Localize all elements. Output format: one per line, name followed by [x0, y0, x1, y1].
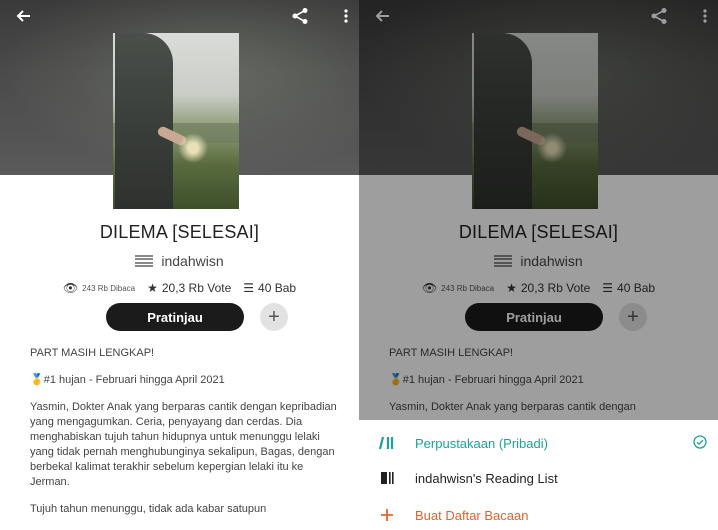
description-line: Tujuh tahun menunggu, tidak ada kabar sa…: [30, 503, 267, 515]
sheet-item-label: Buat Daftar Bacaan: [415, 507, 529, 523]
sheet-item-reading-list[interactable]: indahwisn's Reading List: [359, 463, 718, 493]
book-cover-image: [113, 33, 239, 209]
reads-stat: 👁 243 Rb Dibaca: [63, 281, 135, 295]
author-name: indahwisn: [161, 253, 224, 269]
parts-value: 40 Bab: [258, 281, 297, 295]
eye-icon: 👁: [62, 281, 79, 295]
share-icon[interactable]: [290, 6, 310, 26]
star-icon: ★: [147, 281, 158, 295]
list-icon: ☰: [243, 281, 255, 295]
book-title: DILEMA [SELESAI]: [99, 222, 260, 242]
parts-stat: ☰ 40 Bab: [243, 281, 296, 295]
add-to-list-sheet: Perpustakaan (Pribadi) indahwisn's Readi…: [359, 420, 718, 530]
votes-stat: ★ 20,3 Rb Vote: [147, 281, 231, 295]
dim-overlay[interactable]: [359, 0, 718, 420]
sheet-item-private-library[interactable]: Perpustakaan (Pribadi): [359, 428, 718, 458]
reads-value: 243 Rb Dibaca: [82, 283, 136, 293]
sheet-item-label: indahwisn's Reading List: [415, 470, 558, 486]
author-row[interactable]: indahwisn: [0, 253, 359, 269]
description-line: 🥇#1 hujan - Februari hingga April 2021: [30, 374, 225, 386]
description-line: Yasmin, Dokter Anak yang berparas cantik…: [30, 401, 337, 488]
description-line: PART MASIH LENGKAP!: [30, 347, 155, 359]
reading-list-icon: [379, 471, 395, 485]
votes-value: 20,3 Rb Vote: [161, 281, 232, 295]
preview-button[interactable]: Pratinjau: [106, 303, 244, 331]
book-stats: 👁 243 Rb Dibaca ★ 20,3 Rb Vote ☰ 40 Bab: [0, 281, 359, 295]
author-avatar-icon: [135, 255, 154, 267]
back-arrow-icon[interactable]: [14, 6, 34, 26]
check-circle-icon: [693, 434, 707, 452]
add-to-library-button[interactable]: +: [260, 303, 288, 331]
book-detail-panel-with-sheet: DILEMA [SELESAI] indahwisn 👁 243 Rb Diba…: [359, 0, 718, 530]
sheet-item-create-list[interactable]: Buat Daftar Bacaan: [359, 500, 718, 530]
library-icon: [379, 436, 395, 450]
book-description: PART MASIH LENGKAP! 🥇#1 hujan - Februari…: [30, 346, 340, 529]
book-detail-panel: DILEMA [SELESAI] indahwisn 👁 243 Rb Diba…: [0, 0, 359, 530]
sheet-item-label: Perpustakaan (Pribadi): [415, 435, 548, 451]
more-options-icon[interactable]: [336, 6, 356, 26]
plus-icon: [379, 508, 395, 522]
